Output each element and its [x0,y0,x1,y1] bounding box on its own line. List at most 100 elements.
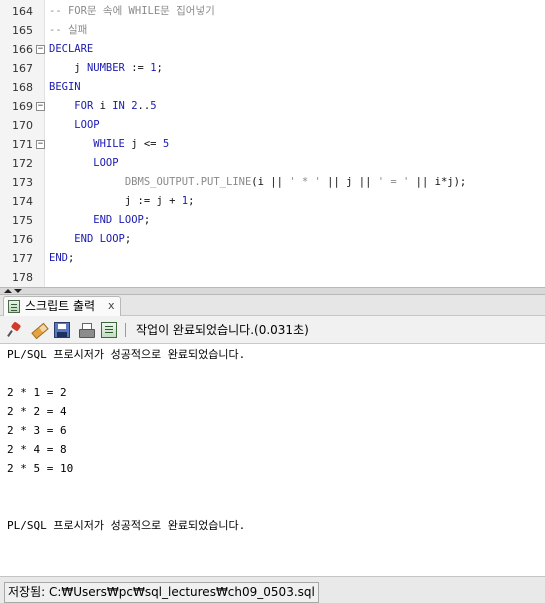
code-token: j <= [124,138,163,150]
code-line[interactable]: 177 END; [0,249,545,268]
code-token: i [93,100,113,112]
code-token: 5 [162,138,170,150]
code-text: WHILE j <= 5 [49,135,169,154]
code-token: 5 [150,100,157,112]
eraser-icon[interactable] [31,322,47,338]
saved-path-text: 저장됨: C:₩Users₩pc₩sql_lectures₩ch09_0503.… [4,582,319,603]
code-text: j NUMBER := 1; [49,59,163,78]
code-line[interactable]: 167 j NUMBER := 1; [0,59,545,78]
output-panel-tabbar: 스크립트 출력 x [0,295,545,316]
line-number: 177 [12,252,33,265]
code-text: END; [49,249,74,268]
tab-label: 스크립트 출력 [25,299,96,313]
code-text: -- 실패 [49,21,87,40]
output-toolbar: 작업이 완료되었습니다.(0.031초) [0,316,545,344]
code-token: ' = ' [377,176,410,188]
code-text: LOOP [49,154,119,173]
code-token: ' * ' [289,176,321,188]
code-token: ; [124,233,132,245]
line-number: 169 [12,100,33,113]
code-token: j := j + [124,195,182,207]
code-line[interactable]: 166− DECLARE [0,40,545,59]
code-token: FOR [74,100,94,112]
code-token: ; [143,214,151,226]
code-token: DBMS_OUTPUT.PUT_LINE [124,176,252,188]
fold-toggle-icon[interactable]: − [36,102,45,111]
code-line[interactable]: 165 -- 실패 [0,21,545,40]
code-token: -- 실패 [49,24,88,36]
code-token: := [124,62,151,74]
code-token: LOOP [93,157,119,169]
code-line[interactable]: 178 [0,268,545,287]
fold-toggle-icon[interactable]: − [36,140,45,149]
code-text: END LOOP; [49,230,131,249]
code-token: ; [156,62,163,74]
code-token: ; [67,252,75,264]
line-number: 173 [12,176,33,189]
line-number: 167 [12,62,33,75]
output-line: 2 * 2 = 4 [7,405,67,418]
code-line[interactable]: 174 j := j + 1; [0,192,545,211]
panel-splitter[interactable] [0,287,545,295]
save-icon[interactable] [54,322,70,338]
code-token: END LOOP [74,233,125,245]
code-token: END [49,252,68,264]
code-line[interactable]: 176 END LOOP; [0,230,545,249]
line-number: 171 [12,138,33,151]
code-token: LOOP [74,119,100,131]
line-number: 175 [12,214,33,227]
collapse-up-icon[interactable] [4,289,12,293]
pin-icon[interactable] [7,322,23,338]
line-number: 176 [12,233,33,246]
code-text: DBMS_OUTPUT.PUT_LINE(i || ' * ' || j || … [49,173,466,192]
code-text: DECLARE [49,40,93,59]
code-token: ; [188,195,195,207]
output-line: 2 * 4 = 8 [7,443,67,456]
script-output-area[interactable]: PL/SQL 프로시저가 성공적으로 완료되었습니다. 2 * 1 = 2 2 * … [0,344,545,576]
code-line[interactable]: 170 LOOP [0,116,545,135]
code-line[interactable]: 164 -- FOR문 속에 WHILE문 집어넣기 [0,2,545,21]
document-icon[interactable] [101,322,117,338]
code-line[interactable]: 173 DBMS_OUTPUT.PUT_LINE(i || ' * ' || j… [0,173,545,192]
code-token: IN [112,100,125,112]
collapse-down-icon[interactable] [14,289,22,293]
code-token: (i || [251,176,290,188]
code-line[interactable]: 175 END LOOP; [0,211,545,230]
code-text: FOR i IN 2..5 [49,97,157,116]
code-editor[interactable]: 164 -- FOR문 속에 WHILE문 집어넣기 165 -- 실패 166− DEC… [0,0,545,287]
code-text: -- FOR문 속에 WHILE문 집어넣기 [49,2,215,21]
line-number: 174 [12,195,33,208]
code-token: .. [137,100,151,112]
output-line: PL/SQL 프로시저가 성공적으로 완료되었습니다. [7,519,246,532]
code-line[interactable]: 169− FOR i IN 2..5 [0,97,545,116]
fold-toggle-icon[interactable]: − [36,45,45,54]
line-number: 170 [12,119,33,132]
print-icon[interactable] [78,322,95,338]
line-number: 165 [12,24,33,37]
code-line[interactable]: 172 LOOP [0,154,545,173]
tab-script-output[interactable]: 스크립트 출력 x [3,296,121,316]
code-token: END LOOP [93,214,144,226]
code-text: END LOOP; [49,211,150,230]
output-line: 2 * 3 = 6 [7,424,67,437]
output-line: PL/SQL 프로시저가 성공적으로 완료되었습니다. [7,348,246,361]
status-bar: 저장됨: C:₩Users₩pc₩sql_lectures₩ch09_0503.… [0,576,545,603]
code-token: || i*j); [409,176,467,188]
code-text: LOOP [49,116,100,135]
code-token: WHILE [93,138,125,150]
tab-close-icon[interactable]: x [108,297,115,315]
code-token: || j || [320,176,378,188]
code-line[interactable]: 171− WHILE j <= 5 [0,135,545,154]
output-line: 2 * 5 = 10 [7,462,74,475]
code-token: NUMBER [86,62,125,74]
code-line[interactable]: 168 BEGIN [0,78,545,97]
line-number: 178 [12,271,33,284]
